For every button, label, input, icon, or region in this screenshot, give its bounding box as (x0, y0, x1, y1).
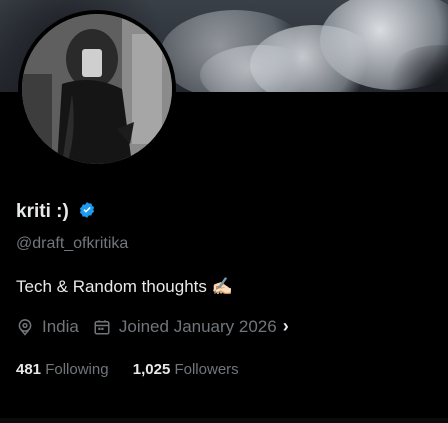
avatar[interactable] (22, 14, 172, 164)
display-name: kriti :) (16, 201, 69, 222)
profile-stats: 481 Following 1,025 Followers (16, 361, 259, 378)
joined-text: Joined January 2026 (118, 316, 277, 336)
location-pin-icon (18, 318, 32, 336)
joined-item: Joined January 2026 › (93, 316, 289, 337)
calendar-icon (94, 319, 110, 334)
avatar-photo (22, 14, 172, 164)
followers-count: 1,025 (132, 361, 171, 378)
location-text: India (42, 316, 79, 336)
chevron-right-icon[interactable]: › (283, 316, 289, 337)
following-link[interactable]: 481 Following (16, 361, 109, 378)
profile-bio: Tech & Random thoughts ✍🏻 (16, 277, 233, 296)
location-item: India (16, 317, 79, 337)
following-count: 481 (16, 361, 42, 378)
followers-link[interactable]: 1,025 Followers (133, 361, 239, 378)
followers-label: Followers (174, 361, 239, 378)
avatar-container[interactable] (18, 10, 176, 168)
profile-meta: India Joined January 2026 › (16, 316, 303, 337)
profile-name-row: kriti :) (16, 201, 96, 223)
divider (0, 418, 448, 423)
following-label: Following (45, 361, 109, 378)
verified-badge-icon[interactable] (78, 201, 96, 219)
profile-handle: @draft_ofkritika (16, 235, 129, 252)
